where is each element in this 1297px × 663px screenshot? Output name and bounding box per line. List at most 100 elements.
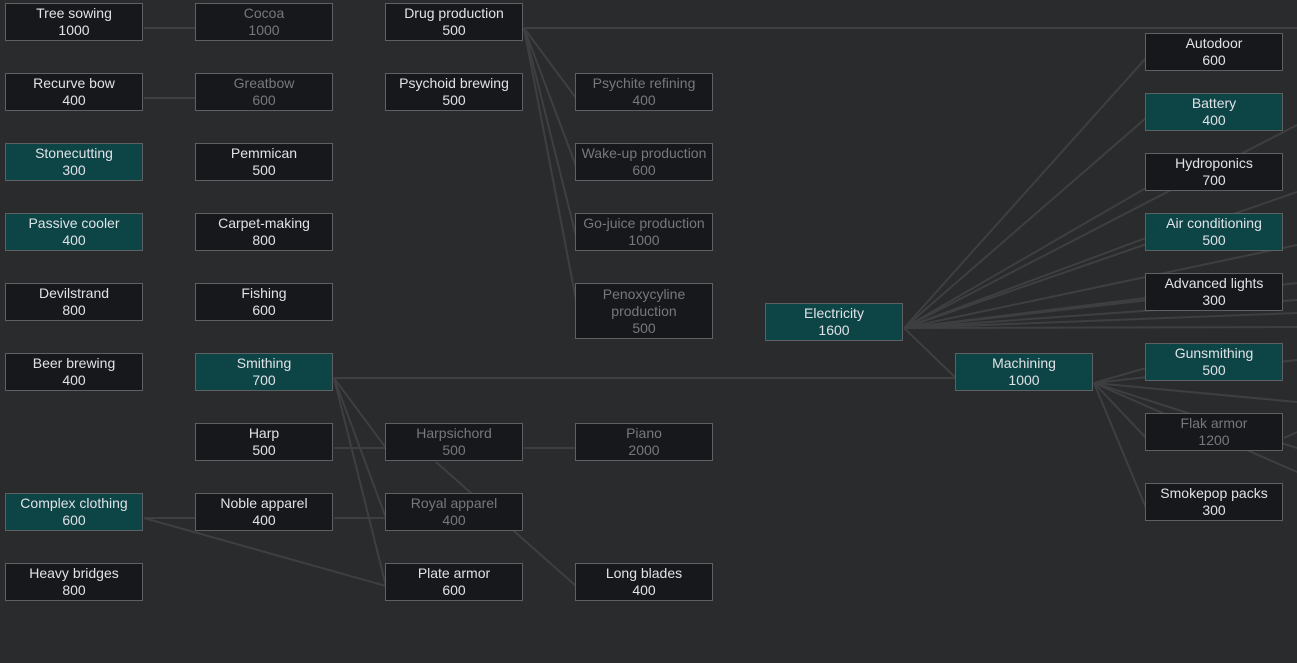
research-cost: 400 [62,372,86,388]
research-name: Autodoor [1185,35,1243,51]
research-name: Psychoid brewing [399,75,509,91]
research-cost: 800 [62,302,86,318]
research-cost: 800 [62,582,86,598]
research-name: Greatbow [233,75,295,91]
research-name: Psychite refining [592,75,696,91]
research-complex-clothing[interactable]: Complex clothing 600 [5,493,143,531]
research-name: Smokepop packs [1160,485,1268,501]
research-cost: 500 [1202,362,1226,378]
research-wake-up-production[interactable]: Wake-up production 600 [575,143,713,181]
research-name: Flak armor [1180,415,1248,431]
research-name: Recurve bow [33,75,115,91]
research-cost: 800 [252,232,276,248]
research-cost: 700 [1202,172,1226,188]
research-cost: 500 [442,22,466,38]
research-beer-brewing[interactable]: Beer brewing 400 [5,353,143,391]
research-cost: 500 [252,442,276,458]
research-name: Advanced lights [1164,275,1264,291]
research-name: Battery [1191,95,1237,111]
research-name: Penoxycyline production [602,285,686,319]
research-stonecutting[interactable]: Stonecutting 300 [5,143,143,181]
research-flak-armor[interactable]: Flak armor 1200 [1145,413,1283,451]
research-psychite-refining[interactable]: Psychite refining 400 [575,73,713,111]
research-name: Wake-up production [581,145,707,161]
research-name: Devilstrand [38,285,110,301]
research-cost: 600 [632,162,656,178]
research-cocoa[interactable]: Cocoa 1000 [195,3,333,41]
research-cost: 500 [632,319,656,336]
research-go-juice-production[interactable]: Go-juice production 1000 [575,213,713,251]
research-hydroponics[interactable]: Hydroponics 700 [1145,153,1283,191]
research-name: Noble apparel [220,495,308,511]
research-name: Fishing [241,285,287,301]
research-devilstrand[interactable]: Devilstrand 800 [5,283,143,321]
research-name: Beer brewing [32,355,116,371]
research-cost: 500 [442,442,466,458]
research-battery[interactable]: Battery 400 [1145,93,1283,131]
research-carpet-making[interactable]: Carpet-making 800 [195,213,333,251]
research-cost: 400 [632,582,656,598]
research-royal-apparel[interactable]: Royal apparel 400 [385,493,523,531]
research-cost: 400 [632,92,656,108]
research-cost: 700 [252,372,276,388]
research-name: Smithing [236,355,292,371]
research-recurve-bow[interactable]: Recurve bow 400 [5,73,143,111]
research-cost: 1000 [58,22,90,38]
research-cost: 2000 [628,442,660,458]
research-plate-armor[interactable]: Plate armor 600 [385,563,523,601]
research-drug-production[interactable]: Drug production 500 [385,3,523,41]
research-cost: 300 [1202,292,1226,308]
research-name: Hydroponics [1175,155,1253,171]
research-name: Cocoa [243,5,285,21]
research-name: Royal apparel [410,495,498,511]
research-cost: 400 [1202,112,1226,128]
research-cost: 400 [252,512,276,528]
research-penoxycyline-production[interactable]: Penoxycyline production 500 [575,283,713,339]
research-name: Complex clothing [20,495,128,511]
research-cost: 400 [442,512,466,528]
research-name: Piano [626,425,662,441]
research-air-conditioning[interactable]: Air conditioning 500 [1145,213,1283,251]
research-cost: 1600 [818,322,850,338]
research-machining[interactable]: Machining 1000 [955,353,1093,391]
research-greatbow[interactable]: Greatbow 600 [195,73,333,111]
research-harpsichord[interactable]: Harpsichord 500 [385,423,523,461]
research-noble-apparel[interactable]: Noble apparel 400 [195,493,333,531]
research-cost: 1000 [1008,372,1040,388]
research-name: Drug production [404,5,504,21]
research-cost: 400 [62,92,86,108]
research-cost: 600 [1202,52,1226,68]
research-gunsmithing[interactable]: Gunsmithing 500 [1145,343,1283,381]
research-name: Air conditioning [1166,215,1262,231]
research-pemmican[interactable]: Pemmican 500 [195,143,333,181]
research-cost: 500 [1202,232,1226,248]
research-cost: 600 [62,512,86,528]
research-electricity[interactable]: Electricity 1600 [765,303,903,341]
research-fishing[interactable]: Fishing 600 [195,283,333,321]
research-long-blades[interactable]: Long blades 400 [575,563,713,601]
research-name: Long blades [605,565,683,581]
research-name: Stonecutting [35,145,113,161]
research-autodoor[interactable]: Autodoor 600 [1145,33,1283,71]
research-tree-canvas[interactable]: Tree sowing 1000 Recurve bow 400 Stonecu… [0,0,1297,663]
research-cost: 600 [252,302,276,318]
research-cost: 400 [62,232,86,248]
research-cost: 600 [442,582,466,598]
research-smithing[interactable]: Smithing 700 [195,353,333,391]
research-smokepop-packs[interactable]: Smokepop packs 300 [1145,483,1283,521]
research-passive-cooler[interactable]: Passive cooler 400 [5,213,143,251]
research-heavy-bridges[interactable]: Heavy bridges 800 [5,563,143,601]
research-tree-sowing[interactable]: Tree sowing 1000 [5,3,143,41]
research-cost: 1000 [628,232,660,248]
research-cost: 600 [252,92,276,108]
research-psychoid-brewing[interactable]: Psychoid brewing 500 [385,73,523,111]
research-cost: 300 [1202,502,1226,518]
research-name: Harpsichord [416,425,492,441]
research-harp[interactable]: Harp 500 [195,423,333,461]
research-name: Gunsmithing [1174,345,1254,361]
research-piano[interactable]: Piano 2000 [575,423,713,461]
research-advanced-lights[interactable]: Advanced lights 300 [1145,273,1283,311]
research-name: Heavy bridges [29,565,119,581]
research-cost: 500 [252,162,276,178]
research-cost: 1000 [248,22,280,38]
